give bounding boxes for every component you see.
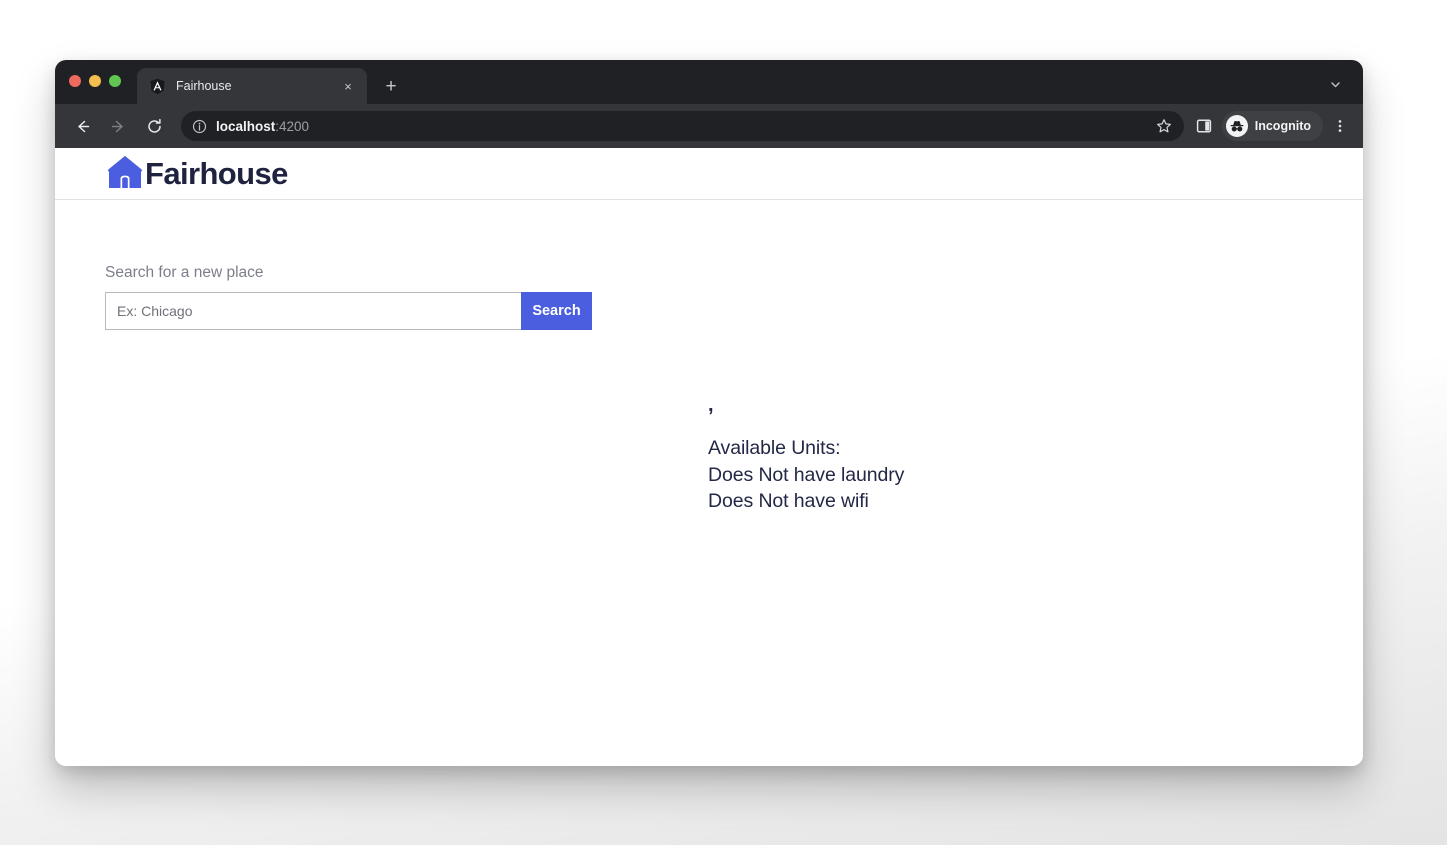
available-units-label: Available Units: bbox=[708, 436, 841, 459]
place-details-panel: , Available Units: Does Not have laundry… bbox=[708, 392, 904, 515]
maximize-window-button[interactable] bbox=[109, 75, 121, 87]
amenity-wifi: Does Not have wifi bbox=[708, 490, 869, 513]
incognito-icon bbox=[1225, 115, 1248, 137]
close-tab-button[interactable]: × bbox=[339, 77, 357, 95]
kebab-menu-icon[interactable] bbox=[1327, 112, 1353, 140]
new-tab-button[interactable]: + bbox=[377, 72, 405, 100]
tab-strip: Fairhouse × + bbox=[55, 60, 1363, 104]
chevron-down-icon[interactable] bbox=[1321, 70, 1349, 98]
address-bar[interactable]: localhost:4200 bbox=[181, 111, 1184, 141]
profile-incognito-button[interactable]: Incognito bbox=[1221, 111, 1323, 141]
browser-tab-fairhouse[interactable]: Fairhouse × bbox=[137, 68, 367, 104]
brand-name: Fairhouse bbox=[145, 156, 288, 191]
profile-label: Incognito bbox=[1254, 119, 1311, 133]
amenity-laundry: Does Not have laundry bbox=[708, 463, 905, 486]
angular-logo-icon bbox=[149, 78, 166, 95]
search-row: Search bbox=[105, 292, 592, 330]
arrow-right-icon[interactable] bbox=[103, 111, 133, 141]
close-window-button[interactable] bbox=[69, 75, 81, 87]
site-header: Fairhouse bbox=[55, 148, 1363, 200]
browser-toolbar: localhost:4200 Incognito bbox=[55, 104, 1363, 148]
page-viewport: Fairhouse Search for a new place Search … bbox=[55, 148, 1363, 766]
place-location: , bbox=[708, 394, 714, 416]
search-input[interactable] bbox=[105, 292, 521, 330]
search-button[interactable]: Search bbox=[521, 292, 592, 330]
search-label: Search for a new place bbox=[105, 264, 264, 281]
house-icon bbox=[105, 152, 145, 196]
star-icon[interactable] bbox=[1150, 112, 1178, 140]
address-bar-url: localhost:4200 bbox=[216, 119, 309, 134]
side-panel-icon[interactable] bbox=[1190, 112, 1218, 140]
toolbar-right-group: Incognito bbox=[1190, 111, 1353, 141]
brand-logo[interactable]: Fairhouse bbox=[105, 152, 288, 196]
arrow-left-icon[interactable] bbox=[67, 111, 97, 141]
window-traffic-lights bbox=[69, 60, 121, 104]
address-bar-port: :4200 bbox=[275, 118, 310, 134]
browser-window: Fairhouse × + localhost:4200 Incognito F… bbox=[55, 60, 1363, 766]
search-section: Search for a new place Search bbox=[105, 264, 592, 330]
browser-tab-title: Fairhouse bbox=[176, 79, 232, 93]
info-circle-icon[interactable] bbox=[192, 119, 207, 134]
reload-icon[interactable] bbox=[139, 111, 169, 141]
minimize-window-button[interactable] bbox=[89, 75, 101, 87]
address-bar-host: localhost bbox=[216, 118, 276, 134]
